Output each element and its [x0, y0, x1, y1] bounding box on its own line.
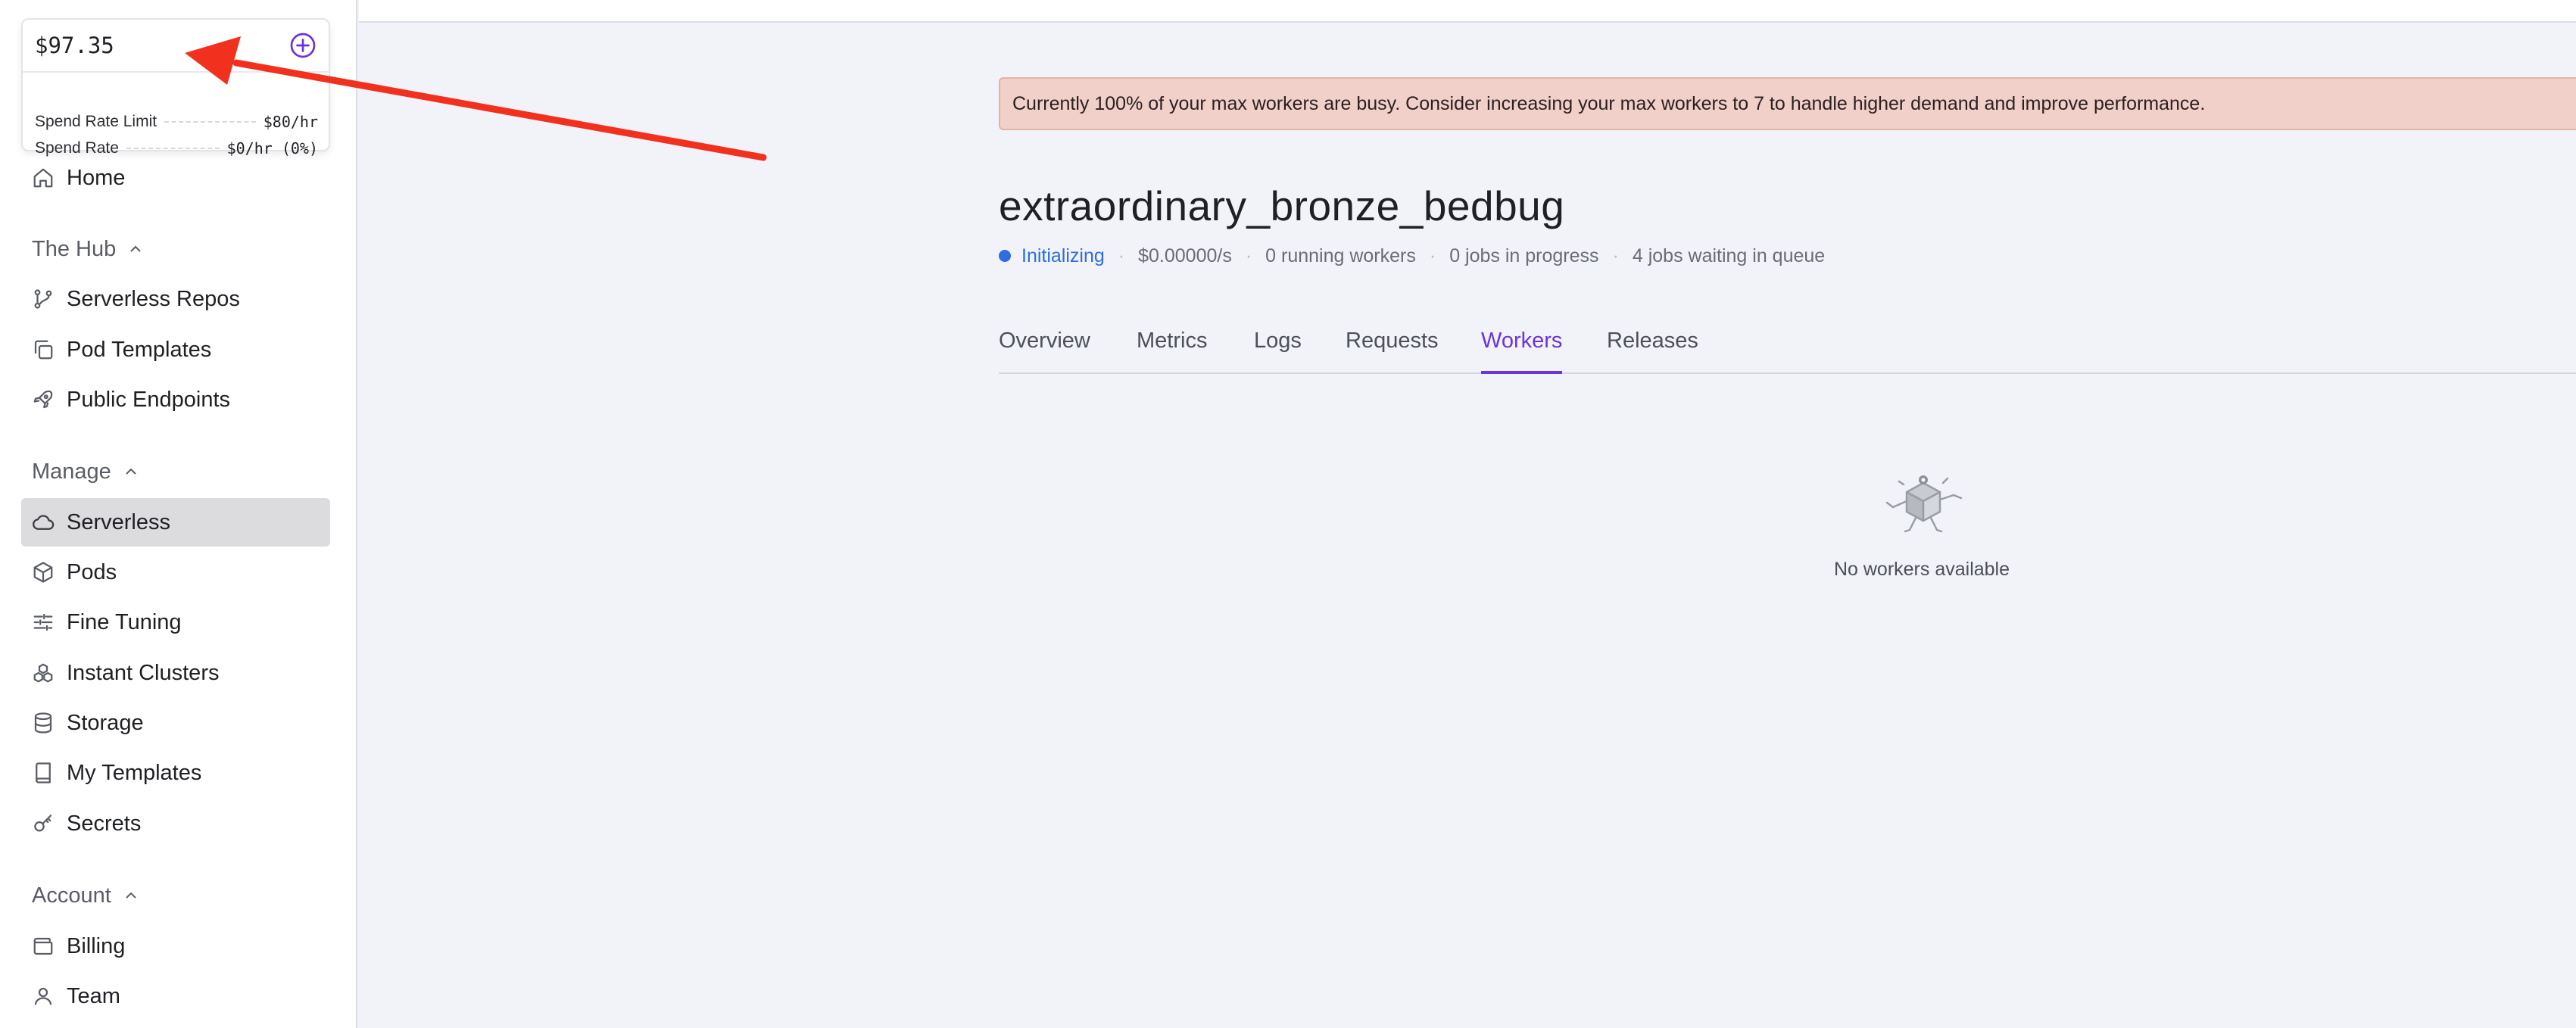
spend-rate-limit-value: $80/hr [263, 113, 318, 131]
section-account[interactable]: Account [32, 880, 140, 911]
tab-workers[interactable]: Workers [1481, 329, 1563, 374]
sidebar-item-storage[interactable]: Storage [21, 699, 330, 747]
leader-dots [164, 121, 256, 123]
copy-icon [34, 340, 53, 360]
separator-dot: · [1429, 245, 1436, 266]
tab-releases[interactable]: Releases [1607, 329, 1698, 374]
chevron-up-icon [126, 468, 136, 475]
sidebar-item-serverless-repos[interactable]: Serverless Repos [21, 275, 330, 323]
sidebar-item-team[interactable]: Team [21, 972, 330, 1020]
annotation-arrow-icon [185, 36, 767, 161]
database-icon [34, 712, 52, 734]
sidebar-item-label: Storage [67, 710, 144, 735]
book-icon [36, 762, 51, 783]
top-bar [359, 0, 2576, 23]
separator-dot: · [1612, 245, 1619, 266]
sidebar: $97.35 Spend Rate Limit $80/hr Spend Rat… [0, 0, 357, 1028]
sidebar-item-instant-clusters[interactable]: Instant Clusters [21, 649, 330, 697]
section-label: Manage [32, 459, 111, 484]
section-the-hub[interactable]: The Hub [32, 234, 145, 264]
sidebar-item-label: Fine Tuning [67, 609, 182, 634]
add-funds-icon[interactable] [289, 32, 317, 59]
status-dot-icon [999, 250, 1011, 262]
sidebar-item-home[interactable]: Home [21, 154, 330, 202]
sidebar-item-my-templates[interactable]: My Templates [21, 749, 330, 797]
jobs-in-progress-count: 0 jobs in progress [1449, 245, 1599, 266]
sidebar-item-label: Home [67, 165, 126, 190]
jobs-in-queue-count: 4 jobs waiting in queue [1632, 245, 1826, 266]
sidebar-item-billing[interactable]: Billing [21, 922, 330, 970]
endpoint-cost: $0.00000/s [1138, 245, 1232, 266]
running-workers-count: 0 running workers [1265, 245, 1416, 266]
sidebar-item-label: Team [67, 983, 120, 1008]
section-label: Account [32, 883, 111, 908]
chevron-up-icon [126, 892, 136, 899]
empty-state-text: No workers available [1833, 559, 2010, 580]
key-icon [34, 815, 52, 832]
sidebar-item-secrets[interactable]: Secrets [21, 799, 330, 848]
wallet-icon [33, 937, 53, 955]
spend-rate-limit-row: Spend Rate Limit $80/hr [35, 111, 318, 133]
sidebar-item-fine-tuning[interactable]: Fine Tuning [21, 598, 330, 646]
sidebar-item-label: Pods [67, 559, 117, 584]
home-icon [33, 168, 53, 188]
balance-card: $97.35 Spend Rate Limit $80/hr Spend Rat… [21, 18, 330, 157]
sidebar-item-label: Serverless Repos [67, 286, 240, 311]
endpoint-title: extraordinary_bronze_bedbug [999, 182, 1565, 229]
sidebar-item-label: Billing [67, 933, 126, 958]
separator-dot: · [1118, 245, 1125, 266]
separator-dot: · [1245, 245, 1252, 266]
endpoint-status-line: Initializing · $0.00000/s · 0 running wo… [999, 242, 1825, 269]
sidebar-item-label: Instant Clusters [67, 660, 220, 685]
user-icon [34, 987, 52, 1005]
sidebar-item-label: My Templates [67, 760, 202, 785]
endpoint-tabs: Overview Metrics Logs Requests Workers R… [999, 324, 2576, 374]
sidebar-item-label: Secrets [67, 811, 142, 836]
sliders-icon [33, 613, 53, 631]
boxes-icon [33, 663, 53, 683]
alert-text: Currently 100% of your max workers are b… [1012, 92, 2206, 114]
sidebar-item-pods[interactable]: Pods [21, 548, 330, 597]
sidebar-item-label: Serverless [67, 509, 170, 534]
cloud-icon [33, 515, 55, 530]
endpoint-status: Initializing [1021, 245, 1105, 266]
capacity-alert-banner: Currently 100% of your max workers are b… [999, 77, 2576, 130]
tab-overview[interactable]: Overview [999, 329, 1090, 374]
chevron-up-icon [130, 245, 141, 252]
tab-requests[interactable]: Requests [1346, 329, 1439, 374]
section-manage[interactable]: Manage [32, 456, 140, 487]
sidebar-item-public-endpoints[interactable]: Public Endpoints [21, 375, 330, 424]
tab-metrics[interactable]: Metrics [1137, 329, 1207, 374]
balance-header: $97.35 [23, 20, 329, 73]
sidebar-item-serverless[interactable]: Serverless [21, 498, 330, 547]
tab-logs[interactable]: Logs [1254, 329, 1302, 374]
empty-box-robot-icon [1885, 475, 1963, 533]
section-label: The Hub [32, 236, 117, 261]
sidebar-item-label: Pod Templates [67, 337, 212, 362]
git-repo-icon [34, 289, 52, 309]
balance-value: $97.35 [35, 33, 114, 58]
sidebar-item-pod-templates[interactable]: Pod Templates [21, 326, 330, 374]
spend-rate-limit-label: Spend Rate Limit [35, 113, 157, 130]
leader-dots [126, 148, 220, 149]
rocket-icon [33, 390, 53, 409]
sidebar-item-label: Public Endpoints [67, 387, 231, 412]
cube-icon [33, 562, 53, 583]
